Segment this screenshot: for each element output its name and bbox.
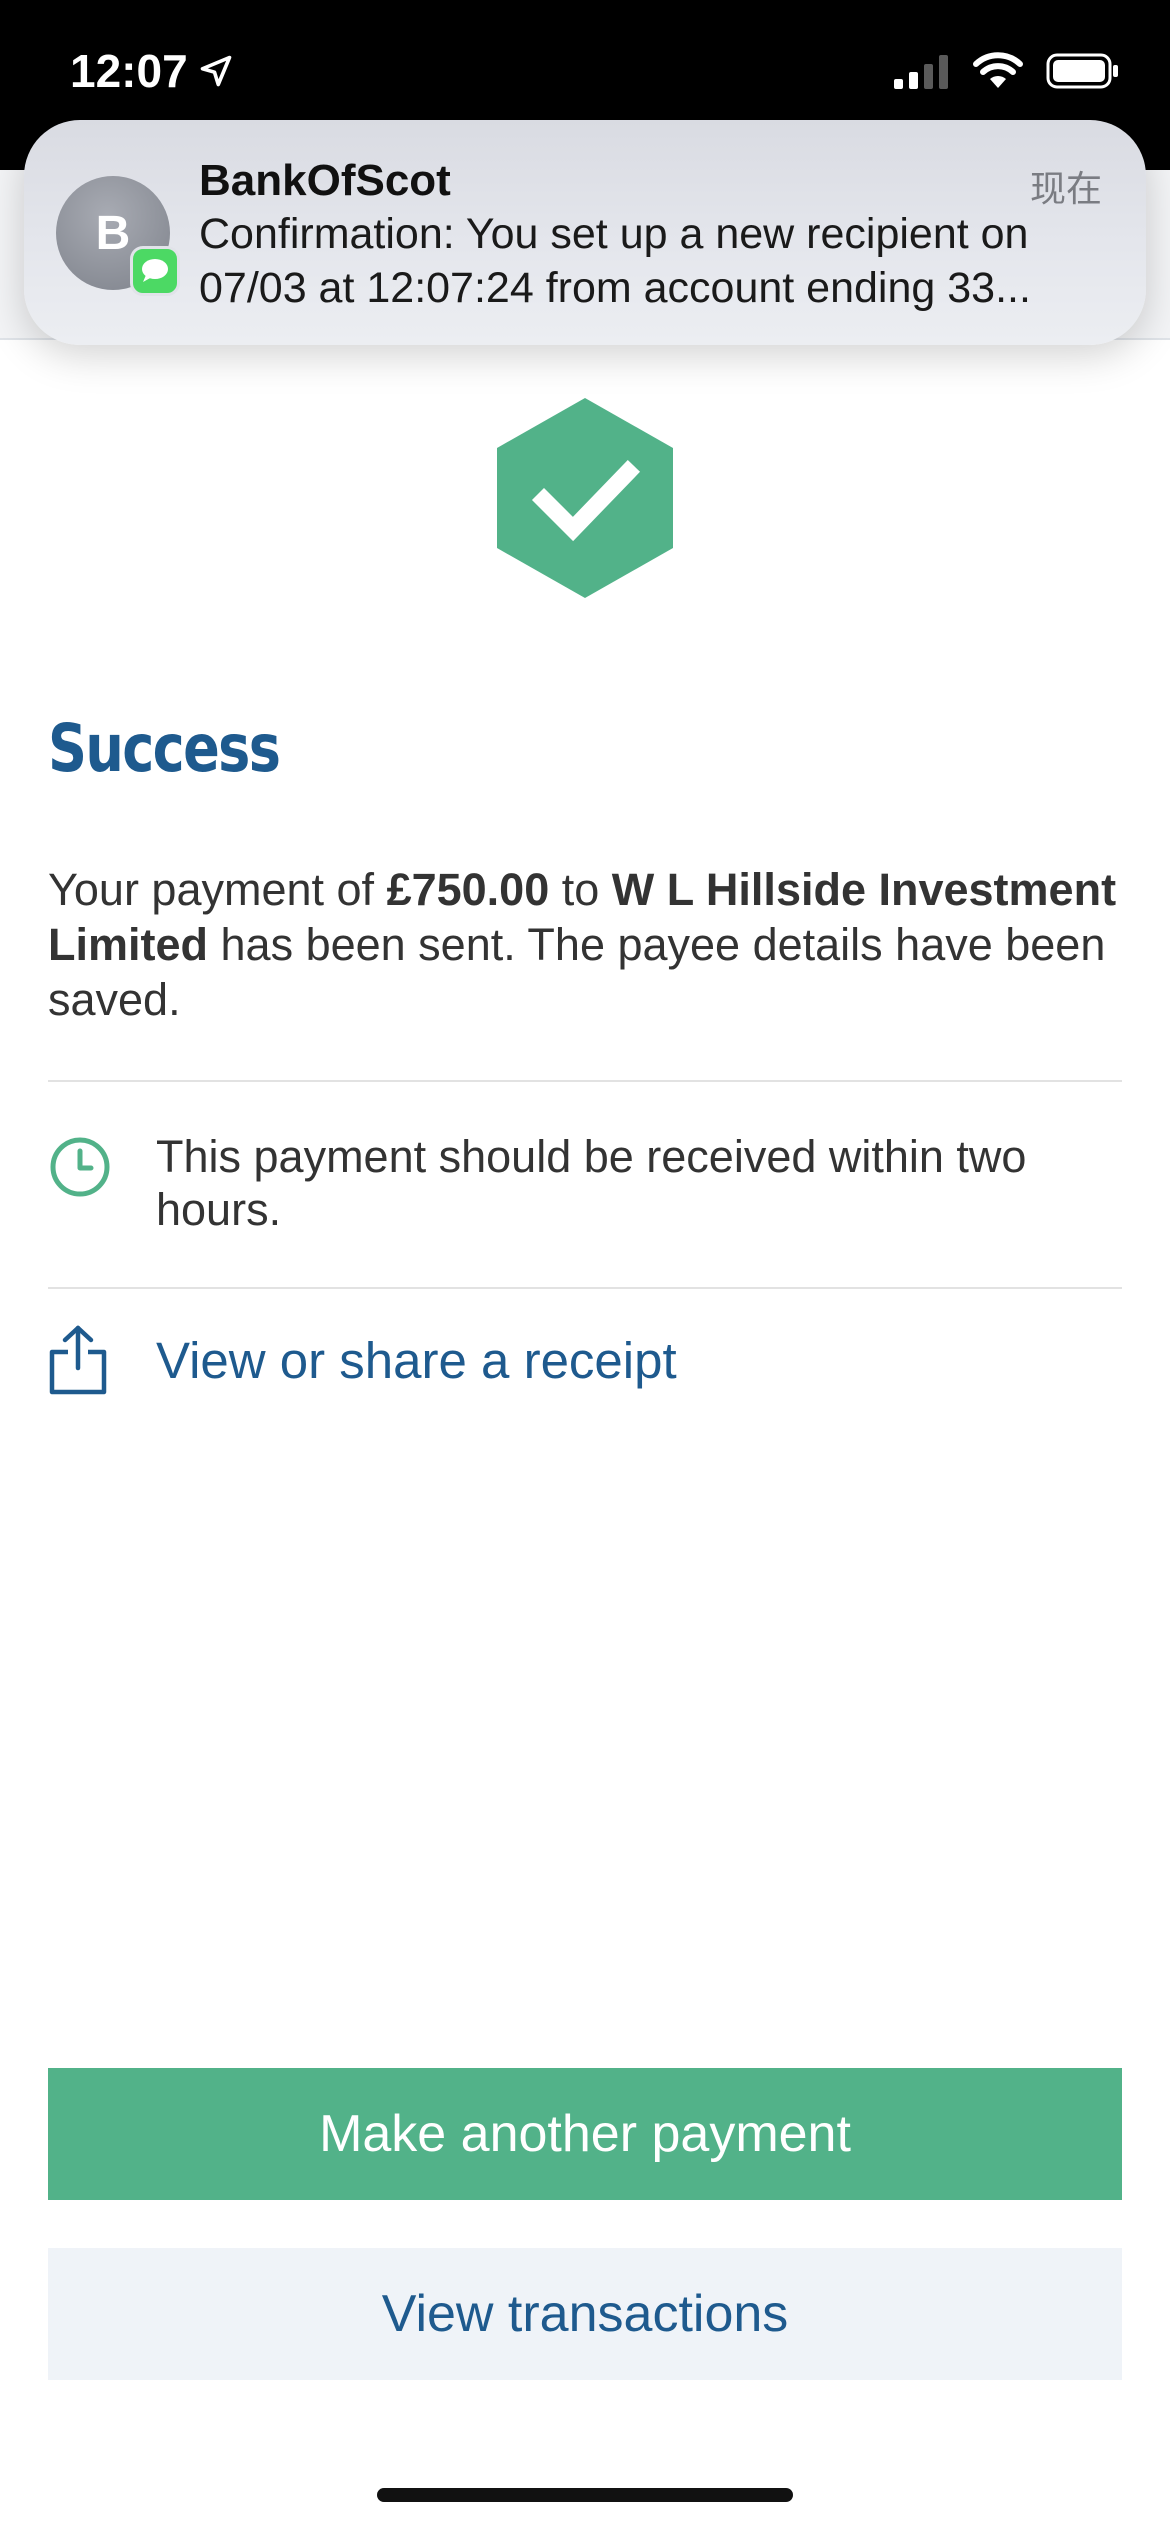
notification-time: 现在 [1029,169,1102,210]
notification-sender: BankOfScot [199,156,451,205]
receipt-link-label: View or share a receipt [156,1331,677,1389]
payment-amount: £750.00 [386,864,550,915]
success-heading: Success [48,710,281,787]
status-icons [894,52,1120,90]
notification-body: Confirmation: You set up a new recipient… [199,207,1119,315]
divider [48,1080,1122,1082]
clock-time: 12:07 [70,45,188,97]
payment-confirmation-message: Your payment of £750.00 to W L Hillside … [48,862,1128,1027]
view-share-receipt-link[interactable]: View or share a receipt [48,1320,748,1400]
share-icon [49,1325,107,1395]
messages-icon [130,246,180,296]
notification-body-line: Confirmation: You set up a new recipient… [199,210,1029,258]
message-text: Your payment of [48,864,387,915]
view-transactions-button[interactable]: View transactions [48,2248,1122,2380]
avatar-initial: B [95,206,131,260]
notification-banner[interactable]: B BankOfScot 现在 Confirmation: You set up… [24,120,1146,345]
cellular-signal-icon [894,55,948,89]
make-another-payment-button[interactable]: Make another payment [48,2068,1122,2200]
hexagon-checkmark-icon [497,398,673,598]
home-indicator[interactable] [377,2488,793,2502]
battery-icon [1046,53,1118,89]
clock-icon [50,1137,110,1197]
status-time: 12:07 [70,44,234,98]
message-text: to [549,864,612,915]
wifi-icon [973,52,1023,88]
divider [48,1287,1122,1289]
location-arrow-icon [200,55,231,87]
delivery-info: This payment should be received within t… [48,1130,1122,1240]
delivery-info-text: This payment should be received within t… [156,1131,1027,1235]
notification-body-line: 07/03 at 12:07:24 from account ending 33… [199,264,1031,312]
